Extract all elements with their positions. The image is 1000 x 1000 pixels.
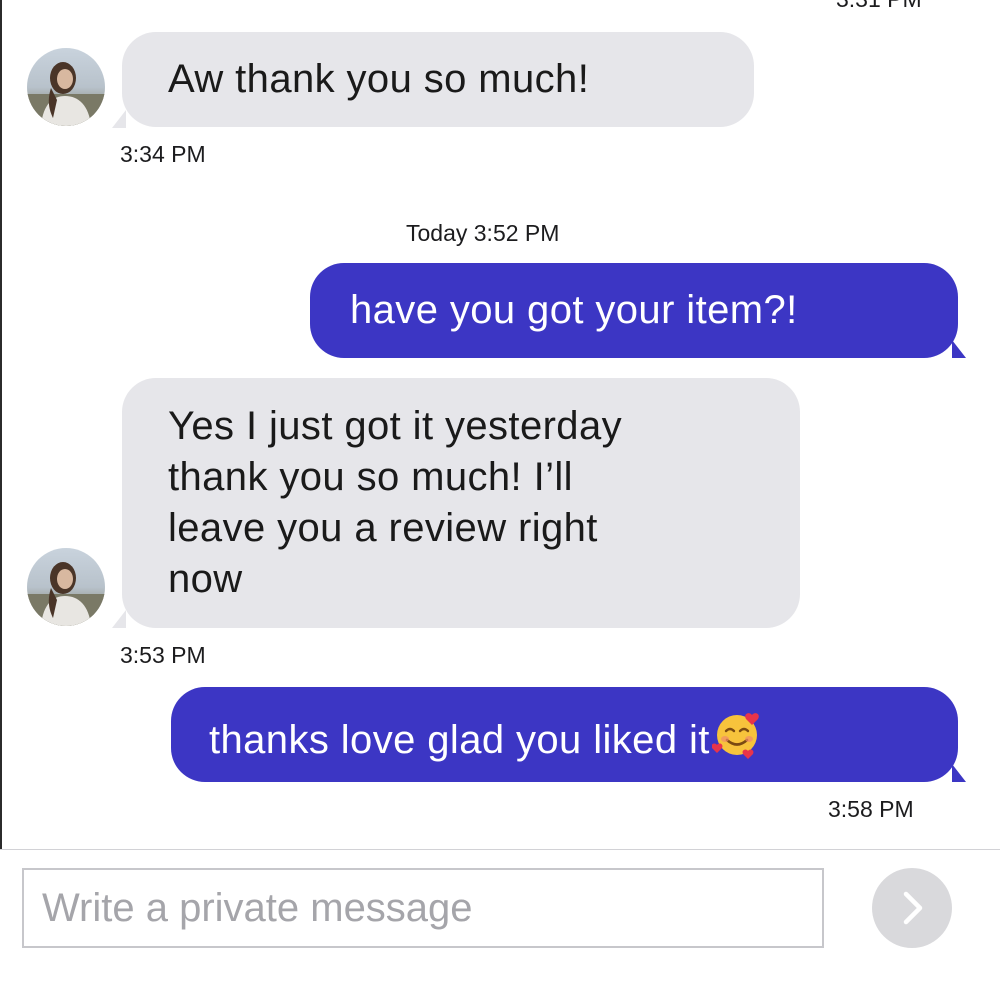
message-input[interactable] <box>22 868 824 948</box>
window-edge <box>0 0 2 850</box>
message-timestamp: 3:53 PM <box>120 642 206 668</box>
avatar[interactable] <box>27 548 105 626</box>
send-button[interactable] <box>872 868 952 948</box>
outgoing-message-bubble[interactable]: have you got your item?! <box>310 263 958 358</box>
message-line: Yes I just got it yesterday <box>168 404 623 448</box>
avatar[interactable] <box>27 48 105 126</box>
bubble-tail <box>112 610 126 628</box>
message-text: Aw thank you so much! <box>168 57 590 101</box>
outgoing-message-bubble[interactable]: thanks love glad you liked it <box>171 687 958 782</box>
smiling-face-with-hearts-icon <box>711 709 762 759</box>
bubble-tail <box>952 764 966 782</box>
composer-divider <box>0 849 1000 850</box>
incoming-message-bubble[interactable]: Yes I just got it yesterday thank you so… <box>122 378 800 628</box>
chevron-right-icon <box>903 891 923 925</box>
day-header: Today 3:52 PM <box>406 220 560 246</box>
message-line: now <box>168 557 243 601</box>
message-line: leave you a review right <box>168 506 598 550</box>
bubble-tail <box>952 340 966 358</box>
bubble-tail <box>112 110 126 128</box>
message-text: have you got your item?! <box>350 288 798 332</box>
avatar-photo <box>27 562 105 626</box>
message-line: thank you so much! I’ll <box>168 455 573 499</box>
message-timestamp: 3:34 PM <box>120 141 206 167</box>
avatar-photo <box>27 62 105 126</box>
message-text: thanks love glad you liked it <box>209 718 710 762</box>
incoming-message-bubble[interactable]: Aw thank you so much! <box>122 32 754 127</box>
message-timestamp: 3:58 PM <box>828 796 914 822</box>
message-timestamp: 3:31 PM <box>836 0 922 13</box>
